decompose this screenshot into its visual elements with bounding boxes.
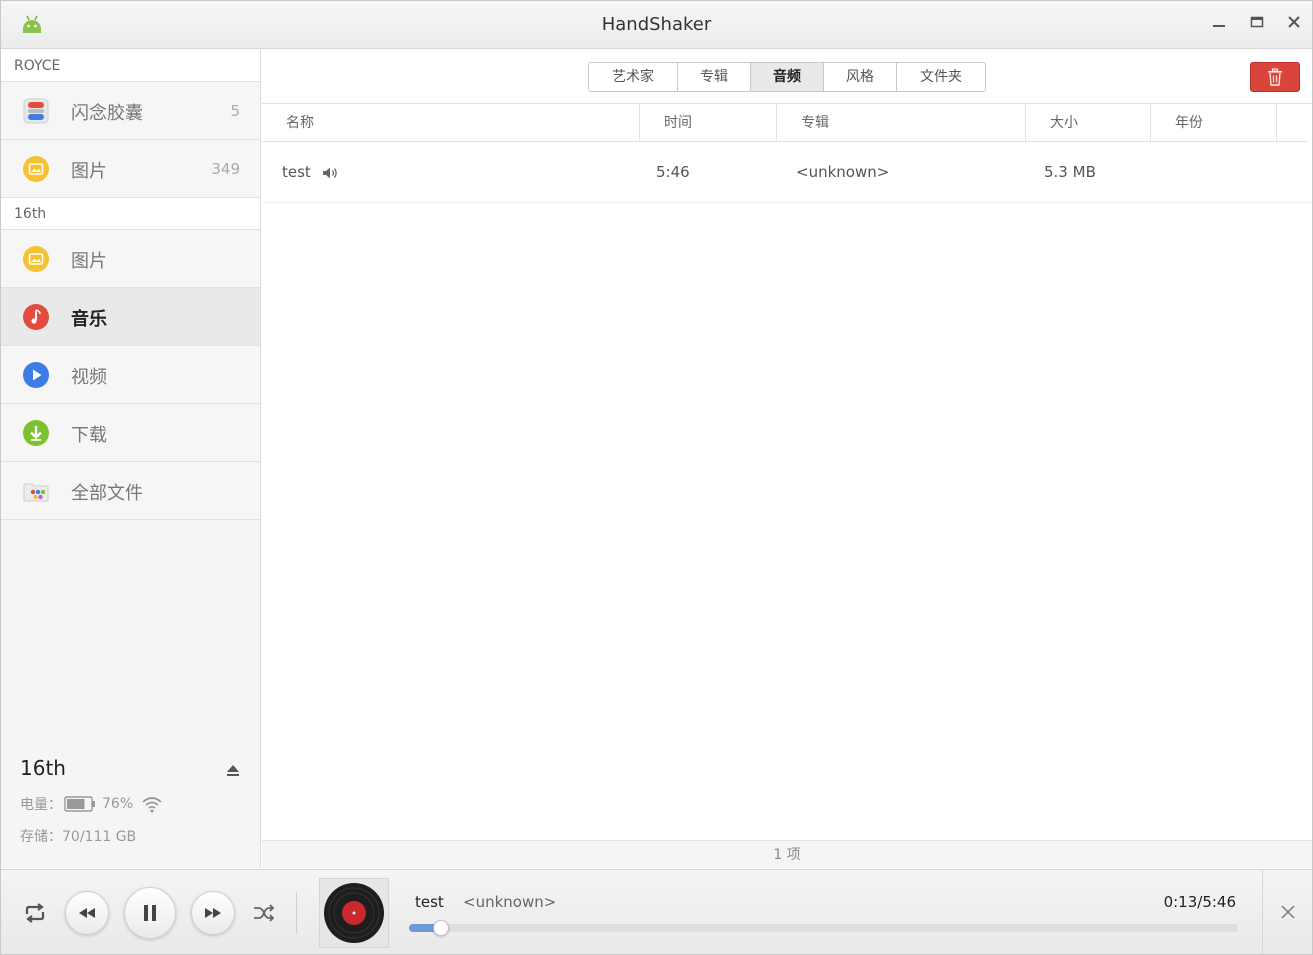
section-header-royce: ROYCE xyxy=(1,50,260,82)
column-header-time[interactable]: 时间 xyxy=(640,104,777,142)
track-name: test xyxy=(282,163,311,181)
title-bar: HandShaker xyxy=(1,1,1312,49)
tab-audio[interactable]: 音频 xyxy=(751,63,824,91)
speaker-icon xyxy=(323,167,337,179)
maximize-icon xyxy=(1250,16,1264,28)
column-header-year[interactable]: 年份 xyxy=(1151,104,1277,142)
item-count: 349 xyxy=(211,160,240,178)
sidebar-item-label: 下载 xyxy=(71,425,107,446)
tab-artist[interactable]: 艺术家 xyxy=(589,63,678,91)
download-icon xyxy=(23,420,49,446)
tab-folder[interactable]: 文件夹 xyxy=(897,63,985,91)
shuffle-icon xyxy=(254,904,275,922)
close-icon xyxy=(1280,905,1295,919)
sidebar-item-label: 图片 xyxy=(71,161,107,182)
delete-button[interactable] xyxy=(1250,62,1300,92)
previous-button[interactable] xyxy=(65,891,109,935)
image-icon xyxy=(23,246,49,272)
storage-label: 存储： xyxy=(20,829,62,845)
table-header: 名称 时间 专辑 大小 年份 xyxy=(262,104,1308,142)
tab-album[interactable]: 专辑 xyxy=(678,63,751,91)
sidebar-item-label: 图片 xyxy=(71,251,107,272)
eject-icon[interactable] xyxy=(225,762,241,778)
image-icon xyxy=(23,156,49,182)
sidebar-item-music[interactable]: 音乐 xyxy=(1,288,260,346)
table-row[interactable]: test 5:46 <unknown> 5.3 MB xyxy=(262,143,1312,203)
album-cover[interactable] xyxy=(319,878,389,948)
track-size: 5.3 MB xyxy=(1044,163,1096,181)
tab-genre[interactable]: 风格 xyxy=(824,63,897,91)
progress-bar[interactable] xyxy=(409,920,1238,936)
minimize-button[interactable] xyxy=(1208,13,1230,35)
playback-time: 0:13/5:46 xyxy=(1163,893,1236,911)
next-button[interactable] xyxy=(191,891,235,935)
now-playing-artist: <unknown> xyxy=(463,893,557,911)
column-header-size[interactable]: 大小 xyxy=(1026,104,1151,142)
sidebar: ROYCE 闪念胶囊 5 图片 349 16th 图片 音乐 视频 下载 全部文… xyxy=(1,50,261,868)
sidebar-item-royce-images[interactable]: 图片 349 xyxy=(1,140,260,198)
video-icon xyxy=(23,362,49,388)
trash-icon xyxy=(1268,68,1282,86)
storage-status: 存储：70/111 GB xyxy=(20,826,136,846)
column-header-name[interactable]: 名称 xyxy=(262,104,640,142)
vinyl-record-icon xyxy=(324,883,384,943)
capsule-icon xyxy=(23,98,49,124)
rewind-icon xyxy=(79,908,95,918)
sidebar-item-label: 音乐 xyxy=(71,309,107,330)
track-album: <unknown> xyxy=(796,163,890,181)
wifi-icon xyxy=(142,797,162,813)
sidebar-item-flash-capsule[interactable]: 闪念胶囊 5 xyxy=(1,82,260,140)
battery-status: 电量： 76% xyxy=(20,794,163,814)
device-info: 16th 电量： 76% 存储：70/111 GB xyxy=(1,750,260,868)
battery-label: 电量： xyxy=(20,797,62,813)
folder-icon xyxy=(23,483,49,502)
divider xyxy=(296,892,297,934)
sidebar-item-label: 闪念胶囊 xyxy=(71,103,143,124)
sidebar-item-downloads[interactable]: 下载 xyxy=(1,404,260,462)
status-bar: 1 项 xyxy=(262,840,1312,868)
device-name: 16th xyxy=(20,756,66,780)
section-header-16th: 16th xyxy=(1,198,260,230)
now-playing-title: test xyxy=(415,893,444,911)
close-button[interactable] xyxy=(1283,13,1305,35)
pause-icon xyxy=(144,905,156,921)
music-player: test <unknown> 0:13/5:46 xyxy=(1,869,1312,954)
sidebar-item-label: 视频 xyxy=(71,367,107,388)
sidebar-item-label: 全部文件 xyxy=(71,483,143,504)
repeat-button[interactable] xyxy=(22,900,48,926)
progress-handle[interactable] xyxy=(432,920,449,936)
sidebar-item-all-files[interactable]: 全部文件 xyxy=(1,462,260,520)
main-content: 艺术家 专辑 音频 风格 文件夹 名称 时间 专辑 大小 年份 test 5:4… xyxy=(262,50,1312,868)
battery-value: 76% xyxy=(102,796,134,812)
minimize-icon xyxy=(1213,25,1225,27)
shuffle-button[interactable] xyxy=(252,901,276,925)
sidebar-item-video[interactable]: 视频 xyxy=(1,346,260,404)
app-window: HandShaker ROYCE 闪念胶囊 5 图片 349 16th 图片 音… xyxy=(0,0,1313,955)
close-icon xyxy=(1288,16,1300,28)
toolbar: 艺术家 专辑 音频 风格 文件夹 xyxy=(262,50,1312,104)
window-title: HandShaker xyxy=(601,14,712,35)
fast-forward-icon xyxy=(205,908,221,918)
maximize-button[interactable] xyxy=(1246,13,1268,35)
music-icon xyxy=(23,304,49,330)
sidebar-item-images[interactable]: 图片 xyxy=(1,230,260,288)
item-count: 5 xyxy=(230,102,240,120)
pause-button[interactable] xyxy=(124,887,176,939)
track-time: 5:46 xyxy=(656,163,690,181)
category-tabs: 艺术家 专辑 音频 风格 文件夹 xyxy=(588,62,986,92)
storage-value: 70/111 GB xyxy=(62,829,137,845)
battery-icon xyxy=(64,796,95,812)
repeat-icon xyxy=(25,903,45,923)
close-player-button[interactable] xyxy=(1262,870,1312,954)
column-header-album[interactable]: 专辑 xyxy=(777,104,1026,142)
